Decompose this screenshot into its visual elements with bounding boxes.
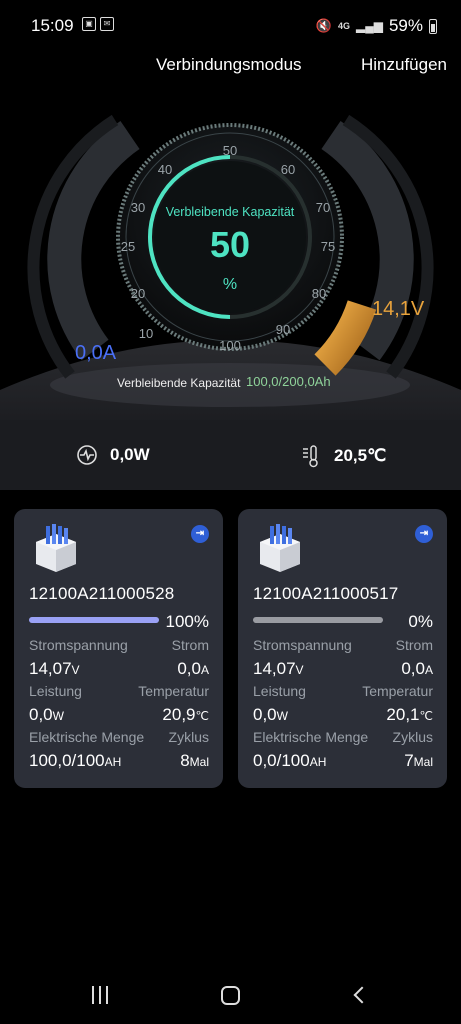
power-value: 0,0W <box>29 705 64 724</box>
stats-row <box>0 420 461 490</box>
network-type: 4G <box>337 20 350 31</box>
tick-label: 20 <box>130 286 146 301</box>
cycle-value: 8Mal <box>180 751 209 770</box>
power-stat: 0,0W <box>76 444 150 466</box>
tick-label: 75 <box>320 239 336 254</box>
temperature-value: 20,5℃ <box>334 446 387 465</box>
temperature-label: Temperatur <box>138 683 209 699</box>
battery-serial: 12100A211000528 <box>29 584 175 603</box>
battery-card[interactable]: ⇥ 12100A211000517 0% Stromspannung Strom… <box>238 509 447 788</box>
capacity-value: 50 <box>209 224 251 265</box>
remaining-capacity-label: Verbleibende Kapazität <box>117 376 241 390</box>
recent-apps-icon[interactable] <box>92 986 108 1004</box>
battery-level-bar <box>253 617 383 623</box>
tick-label: 90 <box>275 322 291 337</box>
energy-label: Elektrische Menge <box>29 729 145 745</box>
battery-percent: 100% <box>165 612 209 631</box>
power-icon <box>77 445 97 465</box>
tick-label: 100 <box>219 338 241 353</box>
capacity-title: Verbleibende Kapazität <box>165 205 295 219</box>
mail-icon: ✉ <box>100 17 114 31</box>
battery-pack-icon <box>260 524 300 572</box>
energy-label: Elektrische Menge <box>253 729 369 745</box>
notification-icon: ▣ <box>82 17 96 31</box>
add-button[interactable]: Hinzufügen <box>361 55 447 75</box>
battery-level-fill <box>29 617 159 623</box>
cycle-label: Zyklus <box>392 729 433 745</box>
power-label: Leistung <box>253 683 306 699</box>
voltage-value: 14,07V <box>253 659 304 678</box>
voltage-value: 14,07V <box>29 659 80 678</box>
voltage-label: Stromspannung <box>253 637 352 653</box>
tick-label: 40 <box>157 162 173 177</box>
back-icon[interactable] <box>353 986 371 1004</box>
thermometer-icon <box>303 445 318 468</box>
energy-value: 0,0/100AH <box>253 751 327 770</box>
cycle-label: Zyklus <box>168 729 209 745</box>
navigation-bar <box>0 970 461 1024</box>
status-bar: 15:09 ▣ ✉ 🔇 4G ▂▄▆ 59% <box>0 0 461 50</box>
top-bar: Verbindungsmodus Hinzufügen <box>0 55 461 81</box>
mute-icon: 🔇 <box>315 18 332 33</box>
home-icon[interactable] <box>221 986 240 1005</box>
tick-label: 10 <box>138 326 154 341</box>
remaining-capacity-value: 100,0/200,0Ah <box>246 374 331 389</box>
signal-icon: ▂▄▆ <box>356 19 383 33</box>
temperature-label: Temperatur <box>362 683 433 699</box>
power-value: 0,0W <box>253 705 288 724</box>
tick-label: 60 <box>280 162 296 177</box>
status-time: 15:09 <box>31 16 74 35</box>
power-label: Leistung <box>29 683 82 699</box>
tick-label: 50 <box>222 143 238 158</box>
power-value: 0,0W <box>110 445 150 464</box>
disconnect-icon[interactable]: ⇥ <box>415 525 433 543</box>
battery-percent: 59% <box>388 16 423 35</box>
temperature-stat: 20,5℃ <box>302 444 386 468</box>
cycle-value: 7Mal <box>404 751 433 770</box>
temperature-value: 20,9℃ <box>162 705 209 724</box>
energy-value: 100,0/100AH <box>29 751 122 770</box>
current-label: Strom <box>395 637 433 653</box>
battery-level-bar <box>29 617 159 623</box>
tick-label: 80 <box>311 286 327 301</box>
battery-icon <box>429 18 437 34</box>
connection-mode-button[interactable]: Verbindungsmodus <box>156 55 302 75</box>
battery-card[interactable]: ⇥ 12100A211000528 100% Stromspannung Str… <box>14 509 223 788</box>
voltage-value: 14,1V <box>372 298 425 320</box>
current-value: 0,0A <box>401 659 433 678</box>
current-value: 0,0A <box>177 659 209 678</box>
battery-percent: 0% <box>408 612 433 631</box>
disconnect-icon[interactable]: ⇥ <box>191 525 209 543</box>
current-label: Strom <box>171 637 209 653</box>
temperature-value: 20,1℃ <box>386 705 433 724</box>
tick-label: 25 <box>120 239 136 254</box>
battery-serial: 12100A211000517 <box>253 584 399 603</box>
voltage-label: Stromspannung <box>29 637 128 653</box>
capacity-unit: % <box>222 276 238 293</box>
current-value: 0,0A <box>75 342 117 364</box>
battery-pack-icon <box>36 524 76 572</box>
